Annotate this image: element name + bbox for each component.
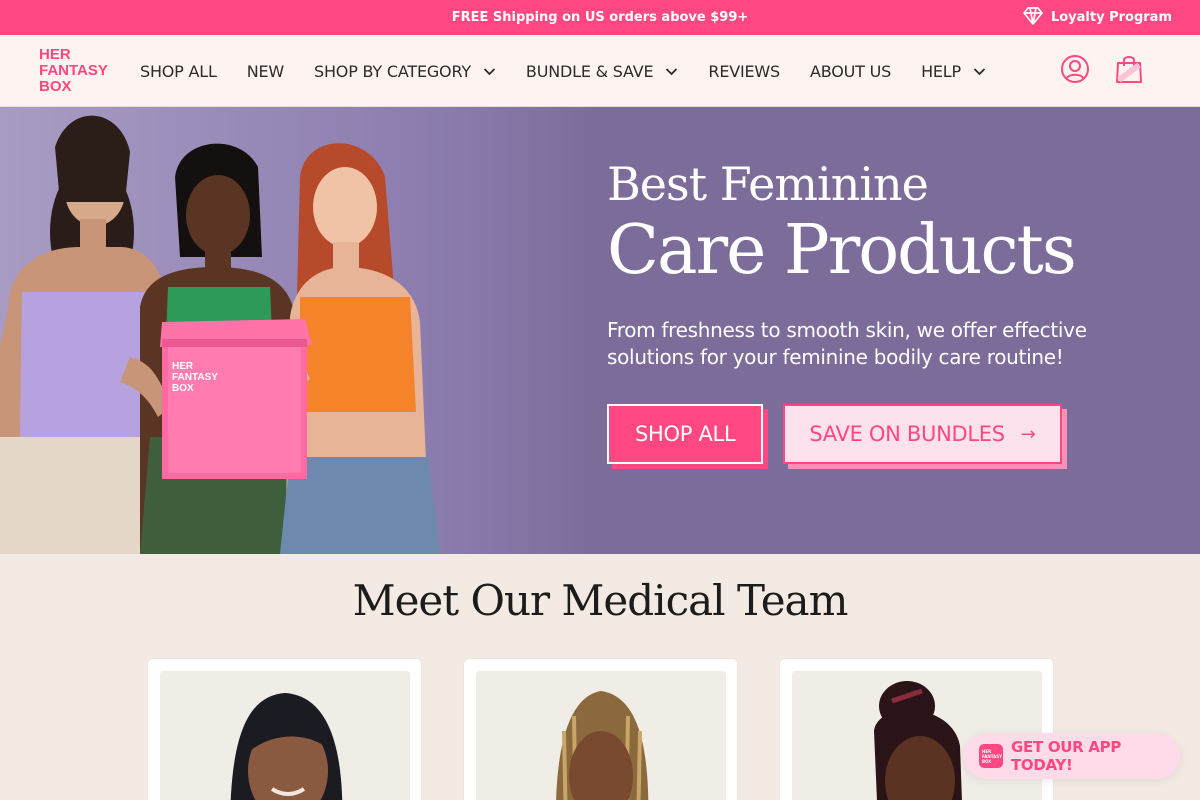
chevron-down-icon bbox=[973, 67, 986, 75]
nav-label: SHOP ALL bbox=[140, 61, 217, 81]
nav-item-reviews[interactable]: REVIEWS bbox=[708, 62, 780, 81]
save-on-bundles-label: SAVE ON BUNDLES bbox=[809, 422, 1005, 446]
logo-line: BOX bbox=[39, 78, 72, 95]
get-app-label: GET OUR APP TODAY! bbox=[1011, 738, 1122, 774]
logo-line: FANTASY bbox=[39, 62, 108, 79]
nav-item-new[interactable]: NEW bbox=[246, 61, 285, 81]
logo-line: HER bbox=[39, 46, 71, 63]
nav-label: SHOP BY CATEGORY bbox=[314, 61, 471, 81]
chevron-down-icon bbox=[666, 67, 678, 75]
site-header: HER FANTASY BOX SHOP ALL NEW SHOP BY CAT… bbox=[0, 35, 1200, 107]
box-label-line: BOX bbox=[172, 383, 194, 394]
shopping-bag-icon[interactable] bbox=[1115, 54, 1143, 84]
nav-item-help[interactable]: HELP bbox=[921, 62, 986, 81]
loyalty-program-link[interactable]: Loyalty Program bbox=[1023, 0, 1172, 35]
nav-item-shop-all[interactable]: SHOP ALL bbox=[140, 62, 217, 81]
box-label-line: FANTASY bbox=[172, 372, 218, 383]
box-label-line: HER bbox=[172, 361, 194, 372]
nav-item-shop-by-category[interactable]: SHOP BY CATEGORY bbox=[314, 62, 496, 81]
chevron-down-icon bbox=[483, 67, 496, 75]
gem-icon bbox=[1023, 6, 1043, 29]
shop-all-button[interactable]: SHOP ALL bbox=[607, 404, 764, 464]
nav-label: ABOUT US bbox=[809, 61, 892, 81]
app-icon-line: BOX bbox=[982, 759, 992, 764]
hero-banner: HER FANTASY BOX Best Feminine Care Produ… bbox=[0, 107, 1200, 554]
user-circle-icon[interactable] bbox=[1060, 54, 1090, 84]
nav-item-bundle-save[interactable]: BUNDLE & SAVE bbox=[526, 62, 678, 81]
header-icons bbox=[1060, 54, 1143, 84]
hero-eyebrow: Best Feminine bbox=[607, 157, 929, 211]
nav-item-about-us[interactable]: ABOUT US bbox=[810, 62, 891, 81]
team-member-card[interactable] bbox=[463, 658, 738, 800]
hero-title: Care Products bbox=[607, 211, 1077, 290]
team-member-card[interactable] bbox=[147, 658, 422, 800]
loyalty-program-label: Loyalty Program bbox=[1050, 10, 1172, 25]
medical-team-heading: Meet Our Medical Team bbox=[352, 576, 849, 625]
app-logo-icon: HER FANTASY BOX bbox=[979, 744, 1003, 768]
save-on-bundles-button[interactable]: SAVE ON BUNDLES → bbox=[783, 404, 1062, 464]
brand-logo[interactable]: HER FANTASY BOX bbox=[39, 47, 113, 95]
get-app-button[interactable]: HER FANTASY BOX GET OUR APP TODAY! bbox=[963, 733, 1180, 779]
hero-subtitle: From freshness to smooth skin, we offer … bbox=[607, 318, 1087, 369]
hero-photo: HER FANTASY BOX bbox=[0, 107, 600, 554]
shop-all-label: SHOP ALL bbox=[635, 422, 736, 446]
main-nav: SHOP ALL NEW SHOP BY CATEGORY BUNDLE & S… bbox=[140, 35, 1016, 107]
announcement-bar: FREE Shipping on US orders above $99+ Lo… bbox=[0, 0, 1200, 35]
nav-label: NEW bbox=[246, 61, 285, 81]
hero-content: Best Feminine Care Products From freshne… bbox=[607, 155, 1167, 371]
hero-buttons: SHOP ALL SAVE ON BUNDLES → bbox=[607, 404, 1062, 464]
team-member-photo bbox=[160, 671, 410, 800]
team-member-photo bbox=[476, 671, 726, 800]
arrow-right-icon: → bbox=[1020, 423, 1036, 445]
nav-label: BUNDLE & SAVE bbox=[525, 61, 654, 81]
free-shipping-text: FREE Shipping on US orders above $99+ bbox=[451, 10, 749, 25]
nav-label: REVIEWS bbox=[708, 61, 780, 81]
nav-label: HELP bbox=[921, 61, 961, 81]
